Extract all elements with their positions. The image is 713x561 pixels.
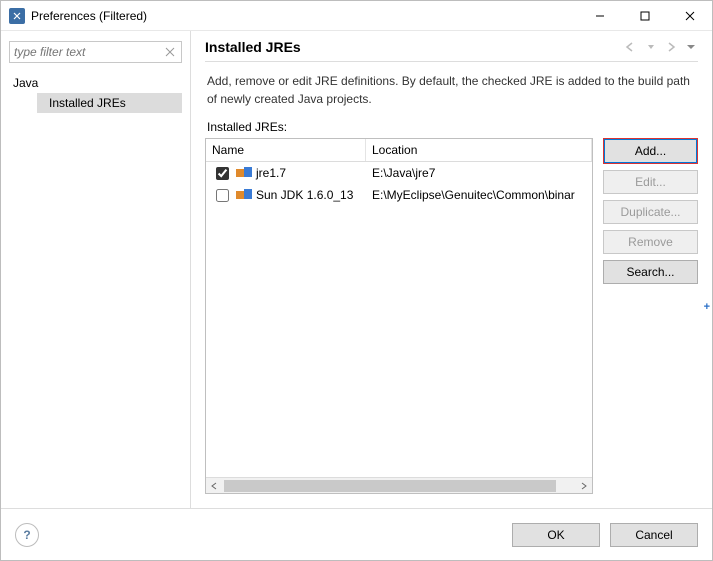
- filter-input[interactable]: [9, 41, 182, 63]
- add-highlight: Add...: [603, 138, 698, 164]
- window-title: Preferences (Filtered): [31, 9, 577, 23]
- add-button[interactable]: Add...: [604, 139, 697, 163]
- jre-location: E:\Java\jre7: [366, 166, 592, 180]
- table-row[interactable]: jre1.7 E:\Java\jre7: [206, 162, 592, 184]
- scroll-right-icon[interactable]: [576, 478, 592, 494]
- table-row[interactable]: Sun JDK 1.6.0_13 E:\MyEclipse\Genuitec\C…: [206, 184, 592, 206]
- page-description: Add, remove or edit JRE definitions. By …: [205, 62, 698, 120]
- table-body: jre1.7 E:\Java\jre7 Sun JDK 1.6.0_13: [206, 162, 592, 477]
- forward-icon[interactable]: [664, 40, 678, 54]
- titlebar: Preferences (Filtered): [1, 1, 712, 31]
- cancel-button[interactable]: Cancel: [610, 523, 698, 547]
- back-menu-icon[interactable]: [644, 40, 658, 54]
- duplicate-button[interactable]: Duplicate...: [603, 200, 698, 224]
- help-button[interactable]: ?: [15, 523, 39, 547]
- scroll-left-icon[interactable]: [206, 478, 222, 494]
- jre-name: Sun JDK 1.6.0_13: [256, 188, 353, 202]
- jre-table: Name Location jre1.7 E:: [205, 138, 593, 494]
- page-header: Installed JREs: [205, 39, 698, 62]
- tree-item-installed-jres[interactable]: Installed JREs: [37, 93, 182, 113]
- close-icon: [685, 11, 695, 21]
- maximize-button[interactable]: [622, 1, 667, 30]
- search-button[interactable]: Search...: [603, 260, 698, 284]
- table-label: Installed JREs:: [205, 120, 698, 138]
- jre-name: jre1.7: [256, 166, 286, 180]
- window-controls: [577, 1, 712, 30]
- minimize-icon: [595, 11, 605, 21]
- preferences-window: Preferences (Filtered) Java Insta: [0, 0, 713, 561]
- column-header-name[interactable]: Name: [206, 139, 366, 161]
- dialog-footer: ? OK Cancel: [1, 508, 712, 560]
- tree-item-java[interactable]: Java: [9, 73, 182, 93]
- filter-wrap: [9, 41, 182, 63]
- ok-button[interactable]: OK: [512, 523, 600, 547]
- dialog-body: Java Installed JREs Installed JREs Add, …: [1, 31, 712, 508]
- maximize-icon: [640, 11, 650, 21]
- clear-filter-icon[interactable]: [162, 44, 178, 60]
- minimize-button[interactable]: [577, 1, 622, 30]
- jre-checkbox[interactable]: [216, 167, 229, 180]
- jre-icon: [236, 167, 252, 179]
- action-column: Add... Edit... Duplicate... Remove Searc…: [603, 138, 698, 494]
- help-icon: ?: [23, 528, 30, 542]
- content-row: Name Location jre1.7 E:: [205, 138, 698, 494]
- column-header-location[interactable]: Location: [366, 139, 592, 161]
- scroll-thumb[interactable]: [222, 478, 576, 494]
- horizontal-scrollbar[interactable]: [206, 477, 592, 493]
- main-panel: Installed JREs Add, remove or edit JRE d…: [191, 31, 712, 508]
- edit-button[interactable]: Edit...: [603, 170, 698, 194]
- table-header: Name Location: [206, 139, 592, 162]
- jre-location: E:\MyEclipse\Genuitec\Common\binar: [366, 188, 592, 202]
- app-icon: [9, 8, 25, 24]
- jre-icon: [236, 189, 252, 201]
- jre-checkbox[interactable]: [216, 189, 229, 202]
- preference-tree: Java Installed JREs: [9, 69, 182, 113]
- page-title: Installed JREs: [205, 39, 624, 55]
- nav-history: [624, 40, 698, 54]
- back-icon[interactable]: [624, 40, 638, 54]
- sidebar: Java Installed JREs: [1, 31, 191, 508]
- remove-button[interactable]: Remove: [603, 230, 698, 254]
- view-menu-icon[interactable]: [684, 40, 698, 54]
- close-button[interactable]: [667, 1, 712, 30]
